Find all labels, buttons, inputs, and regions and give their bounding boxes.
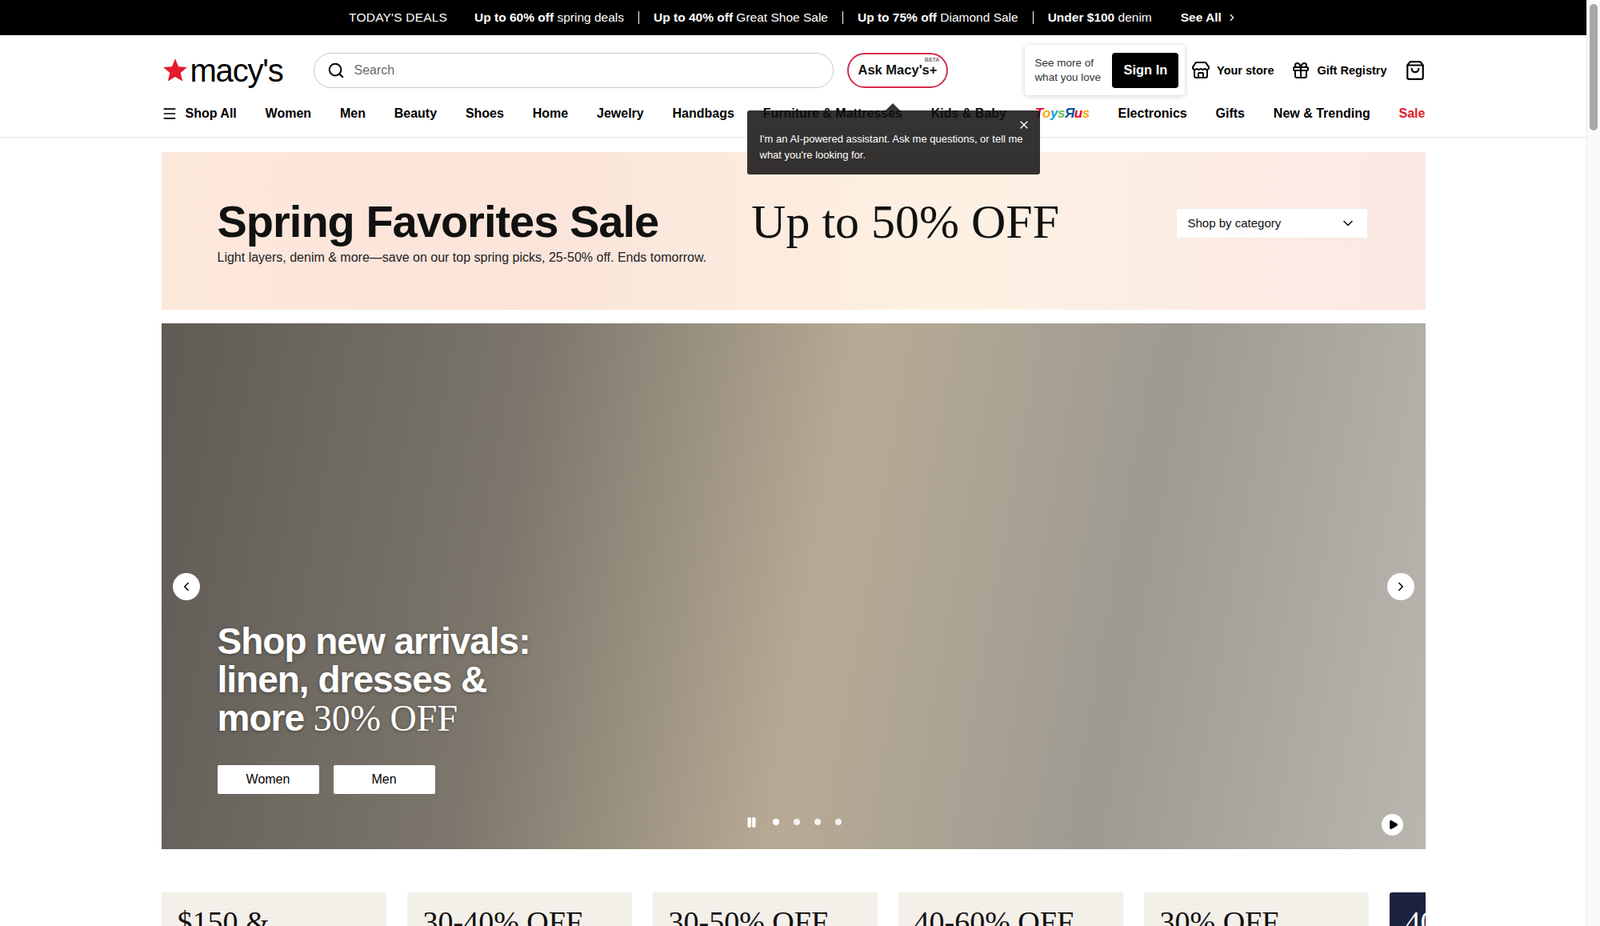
header-links: Your store Gift Registry	[1191, 60, 1425, 81]
sign-in-button[interactable]: Sign In	[1112, 52, 1179, 88]
search-box	[313, 52, 834, 88]
banner-title: Spring Favorites Sale	[217, 196, 708, 247]
promo-cards: $150 & 30-40% OFF 30-50% OFF 40-60% OFF 30% …	[161, 892, 1426, 926]
nav-item[interactable]: Men	[340, 106, 366, 121]
hero-heading-line: linen, dresses &	[217, 660, 1426, 699]
deal-link[interactable]: Up to 60% off spring deals	[460, 11, 639, 24]
deals-title: TODAY'S DEALS	[348, 10, 448, 25]
gift-icon	[1291, 60, 1311, 80]
hero-heading: Shop new arrivals:linen, dresses &more 3…	[217, 621, 1426, 738]
promo-card[interactable]: 30-50% OFF	[652, 892, 878, 926]
carousel-dot[interactable]	[814, 818, 821, 825]
promo-banner: Spring Favorites Sale Light layers, denim…	[161, 152, 1426, 310]
nav-item[interactable]: New & Trending	[1273, 106, 1371, 121]
tooltip-close-button[interactable]	[1016, 116, 1032, 133]
see-all-link[interactable]: See All	[1180, 10, 1238, 25]
scrollbar-thumb[interactable]	[1589, 4, 1598, 131]
deal-link[interactable]: Up to 40% off Great Shoe Sale	[638, 11, 843, 24]
carousel-next-button[interactable]	[1387, 572, 1415, 600]
banner-offer: Up to 50% OFF	[751, 194, 1060, 250]
logo-text: macy's	[190, 54, 284, 87]
chevron-right-icon	[1393, 579, 1408, 594]
deals-bar: TODAY'S DEALSUp to 60% off spring dealsU…	[0, 0, 1587, 36]
nav-item[interactable]: Jewelry	[596, 106, 644, 121]
nav-item[interactable]: Sale	[1399, 106, 1426, 121]
carousel-dot[interactable]	[835, 818, 842, 825]
tooltip-text: I'm an AI-powered assistant. Ask me ques…	[760, 132, 1024, 161]
promo-card[interactable]: $150 &	[161, 892, 387, 926]
nav-item[interactable]: Shoes	[465, 106, 504, 121]
chevron-left-icon	[179, 579, 194, 594]
main: TODAY'S DEALSUp to 60% off spring dealsU…	[0, 0, 1587, 926]
beta-badge: BETA	[924, 56, 940, 63]
hero-heading-line: more 30% OFF	[217, 698, 1426, 738]
nav-item[interactable]: Home	[532, 106, 568, 121]
hero-heading-line: Shop new arrivals:	[217, 621, 1426, 660]
video-toggle-button[interactable]	[1381, 813, 1404, 836]
nav-item[interactable]: Handbags	[672, 106, 735, 121]
carousel-play-toggle[interactable]	[745, 815, 759, 828]
hero-buttons: Women Men	[217, 764, 1426, 794]
ask-macys-button[interactable]: Ask Macy's+BETA	[847, 52, 949, 88]
nav-item[interactable]: Beauty	[394, 106, 437, 121]
promo-card[interactable]: 30% OFF	[1144, 892, 1369, 926]
hero-button[interactable]: Women	[217, 764, 320, 794]
toys-r-us-logo: ToysЯus	[1035, 105, 1090, 122]
sign-in-card: See more of what you loveSign In	[1024, 44, 1185, 96]
hero-button[interactable]: Men	[333, 764, 436, 794]
category-select[interactable]: Shop by category	[1176, 208, 1368, 239]
banner-text: Spring Favorites Sale Light layers, denim…	[217, 196, 708, 266]
promo-card[interactable]: 40	[1389, 892, 1426, 926]
nav-item[interactable]: ToysЯus	[1035, 105, 1090, 122]
macys-logo[interactable]: macy's	[161, 54, 287, 87]
shop-all-link[interactable]: Shop All	[161, 105, 237, 122]
header: macy's Ask Macy's+BETA See more of what yo…	[161, 44, 1426, 96]
ai-assistant-tooltip: I'm an AI-powered assistant. Ask me ques…	[747, 110, 1040, 175]
close-icon	[1017, 118, 1031, 132]
gift-registry-link[interactable]: Gift Registry	[1291, 60, 1387, 80]
play-icon	[1388, 819, 1399, 830]
deal-link[interactable]: Under $100 denim	[1032, 11, 1167, 24]
bag-link[interactable]	[1404, 60, 1426, 81]
menu-icon	[161, 105, 178, 122]
hero-carousel: Shop new arrivals:linen, dresses &more 3…	[161, 323, 1426, 849]
nav-item[interactable]: Gifts	[1216, 106, 1245, 121]
search-input[interactable]	[352, 62, 820, 79]
banner-subtitle: Light layers, denim & more—save on our t…	[217, 250, 708, 265]
pause-icon	[745, 816, 758, 828]
nav-item[interactable]: Electronics	[1117, 106, 1187, 121]
store-icon	[1191, 60, 1211, 80]
sign-in-prompt: See more of what you love	[1034, 56, 1106, 85]
chevron-right-icon	[1226, 12, 1238, 24]
hero-offer: 30% OFF	[313, 697, 458, 739]
promo-card[interactable]: 40-60% OFF	[898, 892, 1124, 926]
promo-card[interactable]: 30-40% OFF	[407, 892, 632, 926]
nav-item[interactable]: Women	[265, 106, 312, 121]
deal-link[interactable]: Up to 75% off Diamond Sale	[842, 11, 1033, 24]
carousel-dot[interactable]	[793, 818, 800, 825]
carousel-prev-button[interactable]	[172, 572, 200, 600]
chevron-down-icon	[1340, 215, 1356, 232]
carousel-dots	[745, 815, 842, 828]
shopping-bag-icon	[1404, 60, 1426, 81]
star-logo-icon	[161, 56, 189, 84]
scrollbar[interactable]	[1586, 0, 1600, 926]
your-store-link[interactable]: Your store	[1191, 60, 1274, 80]
top-area: macy's Ask Macy's+BETA See more of what yo…	[0, 44, 1587, 138]
carousel-dot[interactable]	[772, 818, 780, 825]
page: TODAY'S DEALSUp to 60% off spring dealsU…	[0, 0, 1600, 926]
search-icon	[327, 61, 345, 80]
